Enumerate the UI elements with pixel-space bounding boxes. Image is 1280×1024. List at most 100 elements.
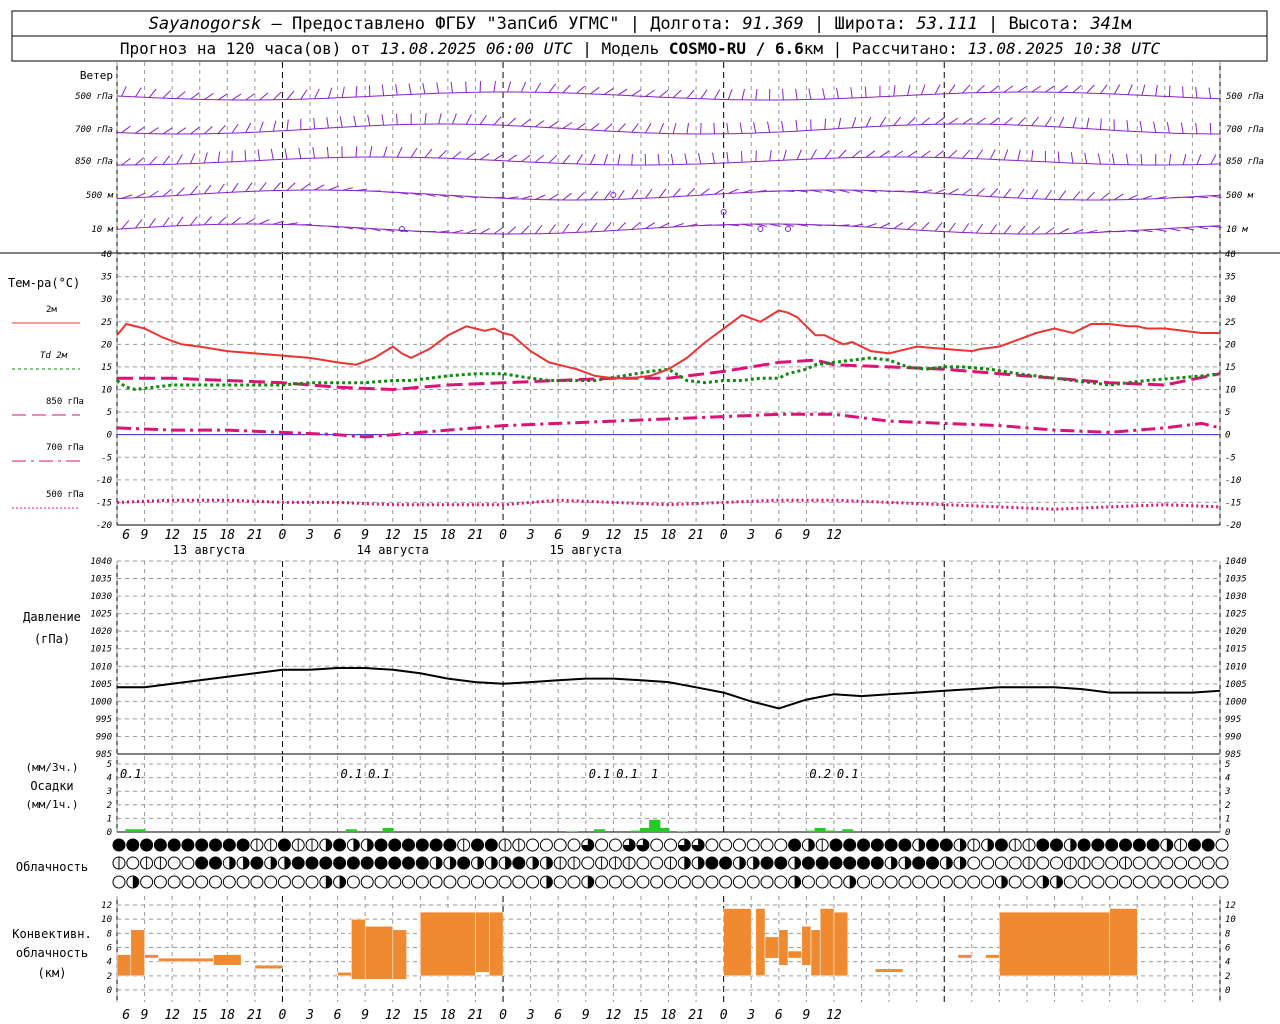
cloud-cover-symbol: [732, 838, 746, 852]
wind-barb: [934, 222, 943, 232]
wind-barb: [465, 81, 467, 93]
precip-ytick-right: 5: [1225, 760, 1230, 770]
wind-barb: [879, 150, 890, 158]
cloud-cover-symbol: [374, 875, 388, 889]
wind-barb: [1208, 87, 1212, 99]
wind-barb: [976, 84, 985, 94]
precip-bar: [823, 830, 835, 832]
wind-barb: [1070, 152, 1074, 164]
wind-barb: [755, 88, 758, 101]
wind-barb: [493, 227, 504, 235]
wind-barb: [617, 222, 627, 231]
cloud-cover-half: [284, 857, 291, 869]
hour-tick-bottom: 6: [775, 1008, 783, 1023]
hour-tick-bottom: 9: [141, 1008, 149, 1023]
cloud-cover-symbol: [843, 856, 857, 870]
station-name: Sayanogorsk: [149, 14, 262, 34]
wind-barb: [135, 218, 143, 229]
cloud-cover-symbol: [1132, 856, 1146, 870]
wind-barb: [190, 185, 198, 195]
wind-level-label-left: 850 гПа: [75, 157, 113, 167]
cloud-cover-symbol: [1008, 856, 1022, 870]
pressure-ytick-left: 990: [96, 732, 112, 742]
wind-barb: [1127, 84, 1133, 95]
wind-barb: [436, 82, 440, 94]
cloud-cover-symbol: [595, 838, 609, 852]
conv-cloud-bar: [778, 929, 789, 966]
pressure-ytick-left: 1020: [90, 627, 112, 637]
wind-barb: [176, 154, 183, 165]
cloud-cover-symbol: [539, 838, 553, 852]
wind-barb: [1058, 116, 1065, 128]
cloud-cover-symbol: [112, 875, 126, 889]
cloud-cover-symbol: [1215, 838, 1229, 852]
cloud-cover-symbol: [305, 856, 319, 870]
wind-barb: [1210, 154, 1217, 165]
pressure-ytick-right: 995: [1225, 715, 1241, 725]
wind-barb: [135, 157, 145, 166]
hour-tick-bottom: 0: [279, 1008, 287, 1023]
time-axis: 6 9 12 15 18 21 0 3 6 9 12 15 18 21 0 3 6 9 12 15 18 21 0 3 6 9 12…: [122, 528, 842, 557]
wind-barb: [810, 149, 817, 160]
conv-ytick-right: 2: [1225, 972, 1230, 982]
cloud-cover-symbol: [939, 875, 953, 889]
wind-barb: [712, 152, 715, 164]
wind-barb: [836, 87, 839, 99]
wind-barb: [741, 88, 745, 100]
wind-barb: [548, 121, 559, 129]
wind-barb: [217, 93, 228, 101]
wind-barb: [755, 150, 757, 162]
cloud-cover-symbol: [471, 875, 484, 889]
cloud-cover-symbol: [691, 875, 705, 889]
hour-tick: 21: [688, 528, 704, 543]
wind-barb: [548, 83, 557, 93]
cloud-cover-symbol: [705, 856, 719, 870]
wind-barb: [244, 150, 247, 162]
precip-ytick-left: 1: [107, 814, 112, 824]
wind-level-label-left: 500 гПа: [75, 92, 113, 102]
wind-barb: [507, 117, 517, 126]
precip-3h-total: 0.1: [589, 767, 611, 781]
cloud-cover-symbol: [774, 856, 788, 870]
cloud-cover-symbol: [222, 838, 236, 852]
date-label: 15 августа: [550, 543, 622, 557]
cloud-cover-symbol: [664, 875, 677, 889]
wind-barb: [1057, 151, 1060, 163]
cloud-cover-symbol: [1146, 838, 1160, 852]
cloud-cover-symbol: [1215, 856, 1229, 870]
temp-ytick-left: 0: [107, 431, 112, 441]
cloud-cover-half: [132, 876, 139, 888]
cloud-cover-half: [546, 857, 553, 869]
wind-barb: [1003, 149, 1009, 161]
wind-barb: [700, 188, 710, 196]
hour-tick: 15: [412, 528, 428, 543]
conv-ytick-right: 6: [1225, 944, 1230, 954]
wind-barb: [1017, 149, 1021, 161]
wind-barb: [631, 89, 642, 97]
cloud-cover-symbol: [402, 856, 415, 870]
wind-barb: [1003, 85, 1014, 93]
wind-barb: [714, 89, 721, 100]
pressure-ytick-right: 1000: [1225, 697, 1247, 707]
wind-barb: [1003, 117, 1013, 125]
precip-bar: [134, 829, 146, 832]
wind-barb: [493, 116, 502, 126]
cloud-cover-half: [960, 839, 966, 851]
wind-barb: [286, 90, 295, 100]
wind-barb: [355, 85, 358, 98]
wind-barb: [245, 217, 256, 225]
conv-cloud-bar: [364, 926, 394, 980]
pressure-ytick-left: 1040: [90, 557, 112, 567]
hour-tick-bottom: 0: [499, 1008, 507, 1023]
wind-barb: [989, 85, 1000, 93]
cloud-cover-symbol: [870, 856, 884, 870]
cloud-cover-symbol: [153, 838, 167, 852]
precip-ytick-left: 5: [107, 760, 112, 770]
cloudiness-panel: Облачность: [16, 838, 1229, 889]
wind-barb: [1168, 153, 1172, 166]
wind-panel: Ветер 500 гПа 700 гПа 850 гПа 500 м 10 м 500 г…: [0, 62, 1280, 254]
hour-tick: 9: [582, 528, 590, 543]
cloud-cover-half: [753, 857, 760, 869]
hour-tick-bottom: 12: [606, 1008, 622, 1023]
cloud-cover-symbol: [1187, 875, 1201, 889]
